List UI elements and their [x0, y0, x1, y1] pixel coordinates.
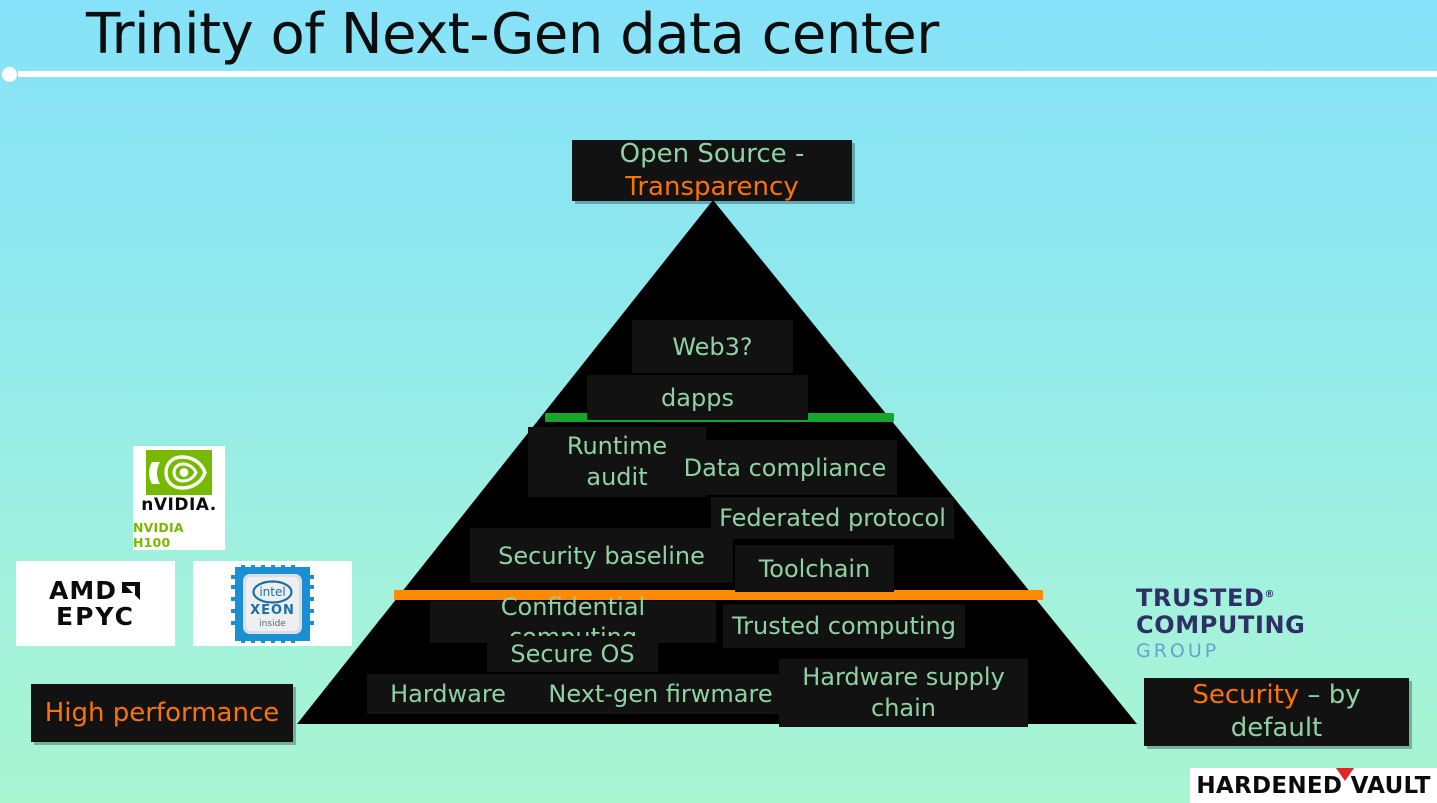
pyramid-label-web3: Web3?	[632, 320, 793, 373]
logo-amd-epyc: AMD EPYC	[16, 561, 175, 646]
slide-canvas: Trinity of Next-Gen data center Web3? da…	[0, 0, 1437, 803]
callout-top-line1: Open Source -	[619, 138, 805, 169]
amd-wordmark: AMD	[49, 575, 117, 605]
nvidia-wordmark: nVIDIA.	[141, 495, 217, 515]
pyramid-label-trusted-computing: Trusted computing	[723, 604, 965, 648]
pyramid-label-next-gen-firmware: Next-gen firwmare	[529, 674, 792, 714]
callout-security-by-default: Security – by default	[1144, 678, 1409, 746]
pyramid-label-hardware: Hardware	[367, 674, 529, 714]
hardened-vault-wordmark-wrapper: HARDENED VAULT	[1196, 767, 1431, 799]
tcg-line1: TRUSTED	[1136, 584, 1265, 612]
pyramid-label-toolchain: Toolchain	[735, 545, 894, 592]
header-rule-dot	[2, 67, 17, 82]
callout-high-performance: High performance	[31, 684, 293, 742]
nvidia-h100-caption: NVIDIA H100	[133, 520, 184, 550]
pyramid-label-federated-protocol: Federated protocol	[711, 497, 954, 539]
pyramid-label-data-compliance: Data compliance	[673, 440, 897, 495]
epyc-wordmark: EPYC	[56, 601, 135, 631]
tcg-line2: COMPUTING	[1136, 611, 1306, 639]
hardened-vault-triangle-icon	[1336, 767, 1355, 781]
tcg-line1-wrapper: TRUSTED®	[1136, 581, 1275, 612]
pyramid-label-security-baseline: Security baseline	[470, 528, 733, 583]
page-title: Trinity of Next-Gen data center	[86, 2, 939, 67]
tcg-registered-mark: ®	[1264, 589, 1276, 600]
callout-right-accent: Security	[1192, 680, 1300, 710]
logo-nvidia: nVIDIA. NVIDIA H100	[133, 446, 225, 550]
intel-xeon-chip-icon: intel XEON inside	[231, 564, 314, 643]
pyramid-label-hardware-supply-chain: Hardware supply chain	[779, 659, 1028, 727]
callout-right-text: Security – by default	[1144, 679, 1409, 745]
callout-open-source-transparency: Open Source - Transparency	[572, 138, 852, 202]
hardened-vault-wordmark: HARDENED VAULT	[1196, 772, 1431, 799]
nvidia-eye-icon	[146, 450, 212, 495]
pyramid-label-secure-os: Secure OS	[487, 636, 658, 672]
logo-intel-xeon: intel XEON inside	[193, 561, 352, 646]
tcg-line3: GROUP	[1136, 640, 1220, 662]
logo-hardened-vault: HARDENED VAULT	[1190, 767, 1437, 803]
header-rule	[18, 71, 1437, 77]
svg-text:XEON: XEON	[250, 603, 295, 618]
amd-wordmark-row: AMD	[49, 575, 142, 605]
callout-top-line2: Transparency	[625, 171, 799, 202]
pyramid-label-dapps: dapps	[587, 375, 808, 420]
svg-text:intel: intel	[259, 585, 285, 599]
callout-left-text: High performance	[44, 697, 280, 728]
amd-arrow-icon	[121, 581, 140, 600]
svg-text:inside: inside	[259, 619, 286, 629]
logo-trusted-computing-group: TRUSTED® COMPUTING GROUP	[1136, 581, 1366, 663]
